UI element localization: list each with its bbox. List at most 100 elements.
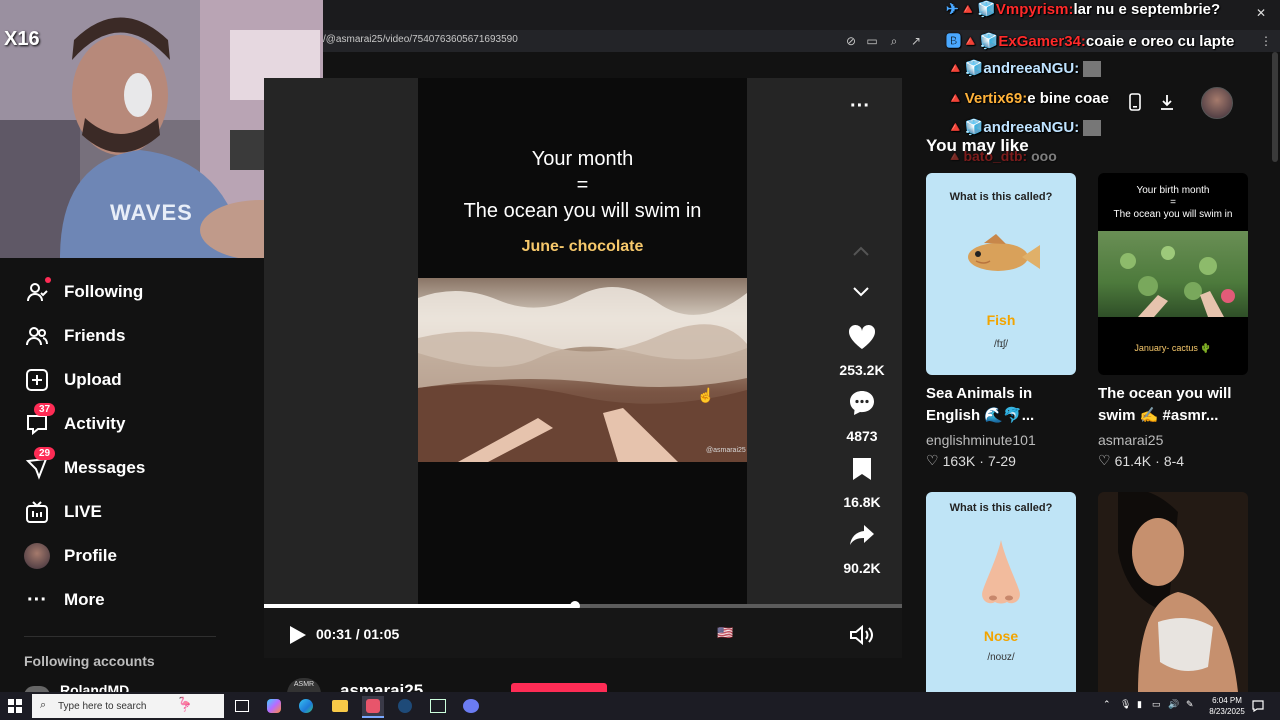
video-title-line: Your month [531, 148, 634, 170]
url-text[interactable]: /@asmarai25/video/7540763605671693590 [323, 34, 518, 45]
share-icon[interactable] [846, 519, 878, 551]
recommended-video-card[interactable]: What is this called? Nose /noʊz/ [926, 492, 1076, 692]
more-icon: ··· [27, 588, 47, 611]
discord-icon[interactable] [461, 696, 481, 716]
file-explorer-icon[interactable] [330, 696, 350, 716]
stats-separator: · [1155, 452, 1160, 469]
browser-menu-icon[interactable]: ⋮ [1258, 33, 1274, 49]
card-date: 7-29 [987, 452, 1016, 469]
chat-message: 🔺Vertix69:e bine coae [946, 90, 1109, 107]
recommended-video-card[interactable]: What is this called? Fish /fɪʃ/ [926, 173, 1076, 375]
tray-volume-icon[interactable]: 🔊 [1168, 699, 1179, 710]
xbox-icon[interactable] [428, 696, 448, 716]
sidebar-item-activity[interactable]: 37 Activity [24, 403, 244, 439]
card-likes: 163K [942, 452, 976, 469]
current-time: 00:31 [316, 626, 352, 642]
taskbar-search-placeholder[interactable]: Type here to search [58, 701, 146, 712]
sidebar-item-more[interactable]: ··· More [24, 585, 244, 615]
sidebar-item-label: Friends [64, 326, 126, 345]
notification-center-icon[interactable] [1252, 699, 1264, 713]
recommended-video-card[interactable] [1098, 492, 1248, 692]
like-count: 253.2K [839, 362, 885, 378]
upload-icon [24, 367, 50, 393]
cactus-ocean-image [1098, 231, 1248, 317]
previous-video-icon[interactable] [851, 244, 871, 258]
recommended-video-card[interactable]: Your birth month = The ocean you will sw… [1098, 173, 1248, 375]
sidebar-item-messages[interactable]: 29 Messages [24, 447, 244, 483]
edge-icon[interactable] [296, 696, 316, 716]
like-icon[interactable] [846, 321, 878, 353]
phone-icon[interactable] [1126, 92, 1144, 112]
thumb-word: Fish [986, 312, 1016, 328]
sidebar-item-label: Profile [64, 546, 117, 565]
video-watermark: @asmarai25 [706, 447, 746, 454]
sidebar-item-upload[interactable]: Upload [24, 365, 244, 395]
card-likes: 61.4K [1114, 452, 1152, 469]
steam-icon[interactable] [395, 696, 415, 716]
sidebar-item-label: Activity [64, 414, 126, 433]
screen-cast-icon[interactable]: ▭ [864, 33, 880, 49]
person-thumbnail-image [1098, 492, 1248, 692]
sidebar-item-label: Messages [64, 458, 146, 477]
chat-message: 🅱🔺🧊ExGamer34:coaie e oreo cu lapte [946, 33, 1235, 50]
card-caption[interactable]: Sea Animals in English 🌊🐬... [926, 383, 1086, 427]
video-title-line: = [576, 174, 589, 196]
webcam-counter: X16 [4, 28, 40, 50]
chat-user: Vmpyrism: [995, 1, 1074, 18]
tray-device-icon[interactable]: ▮ [1137, 699, 1142, 710]
chat-user: andreeaNGU: [983, 60, 1080, 77]
chat-message: ✈🔺🧊Vmpyrism:lar nu e septembrie? [946, 1, 1221, 18]
thumb-text: January- cactus 🌵 [1134, 343, 1212, 353]
clock-date: 8/23/2025 [1209, 707, 1245, 716]
task-view-icon[interactable] [232, 696, 252, 716]
video-more-icon[interactable]: ··· [850, 95, 870, 118]
chat-text: e bine coae [1027, 90, 1109, 107]
live-icon [24, 499, 50, 525]
total-time: 01:05 [363, 626, 400, 642]
close-window-icon[interactable]: ✕ [1256, 6, 1266, 20]
heart-outline-icon: ♡ [1098, 452, 1111, 468]
zoom-icon[interactable]: ⌕ [886, 33, 902, 49]
tray-pen-icon[interactable]: ✎ [1186, 699, 1194, 710]
volume-icon[interactable] [849, 624, 875, 646]
activity-icon: 37 [24, 403, 56, 437]
tray-chevron-icon[interactable]: ⌃ [1103, 699, 1111, 710]
thumb-word: Nose [983, 628, 1019, 644]
bookmark-icon[interactable] [846, 453, 878, 485]
no-tracking-icon[interactable]: ⊘ [843, 33, 859, 49]
browser-app-icon[interactable] [362, 696, 384, 718]
video-ocean-image [418, 278, 747, 462]
play-icon[interactable] [286, 624, 308, 646]
profile-avatar [24, 543, 50, 569]
card-author[interactable]: asmarai25 [1098, 432, 1163, 448]
page-scrollbar[interactable] [1272, 52, 1278, 162]
tray-mic-icon[interactable]: 🎙 [1120, 699, 1131, 710]
video-time: 00:31 / 01:05 [316, 626, 399, 642]
card-date: 8-4 [1163, 452, 1185, 469]
messages-icon: 29 [24, 447, 56, 481]
download-app-icon[interactable] [1158, 92, 1176, 112]
user-avatar[interactable] [1201, 87, 1233, 119]
tray-network-icon[interactable]: ▭ [1152, 699, 1161, 710]
taskbar-clock[interactable]: 6:04 PM 8/23/2025 [1204, 695, 1250, 717]
sidebar-item-following[interactable]: Following [24, 277, 244, 307]
card-author[interactable]: englishminute101 [926, 432, 1036, 448]
sidebar-item-profile[interactable]: Profile [24, 541, 244, 571]
chat-user: ExGamer34: [998, 33, 1086, 50]
sidebar-item-live[interactable]: LIVE [24, 497, 244, 527]
share-count: 90.2K [843, 560, 881, 576]
comment-icon[interactable] [846, 387, 878, 419]
sidebar-item-friends[interactable]: Friends [24, 321, 244, 351]
nose-image [971, 538, 1031, 608]
windows-start-icon[interactable] [8, 699, 22, 713]
chat-user: Vertix69: [964, 90, 1028, 107]
sidebar-item-label: Following [64, 282, 144, 301]
thumb-text: Your birth month [1136, 185, 1210, 196]
next-video-icon[interactable] [851, 285, 871, 299]
chat-text: coaie e oreo cu lapte [1085, 33, 1235, 50]
copilot-icon[interactable] [264, 696, 284, 716]
share-page-icon[interactable]: ↗ [908, 33, 924, 49]
card-caption[interactable]: The ocean you will swim ✍️ #asmr... [1098, 383, 1258, 427]
time-separator: / [355, 626, 360, 642]
region-flag-icon: 🇺🇸 [717, 625, 734, 640]
